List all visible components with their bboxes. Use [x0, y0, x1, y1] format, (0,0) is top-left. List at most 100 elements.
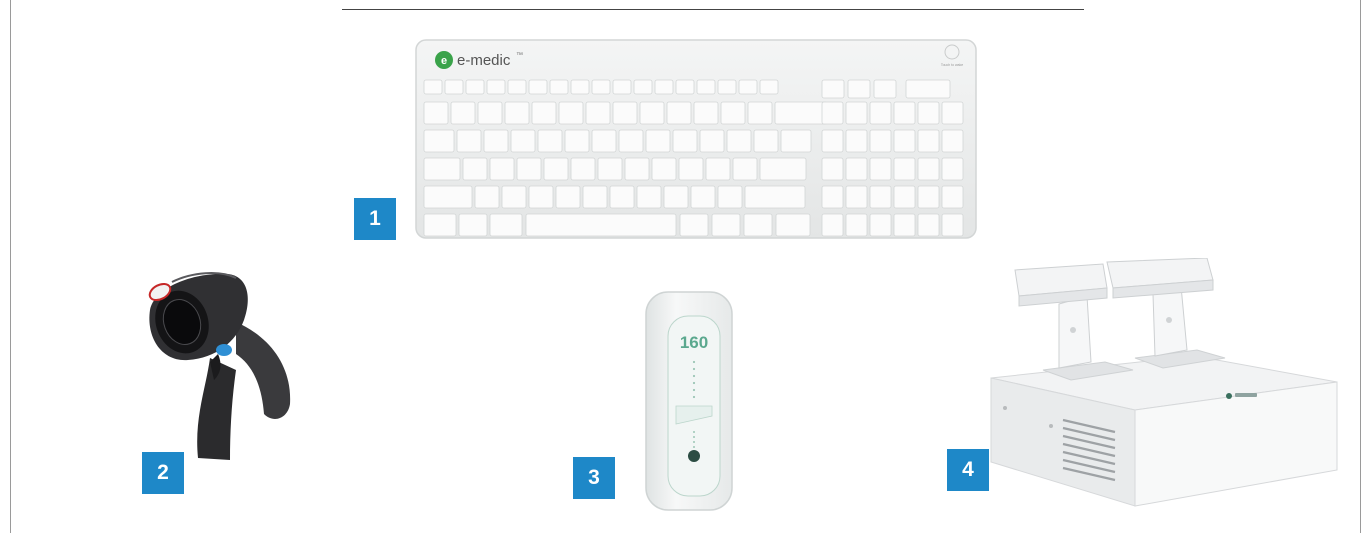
keyboard-key — [558, 101, 584, 125]
keyboard-key — [564, 129, 590, 153]
keyboard-key — [666, 101, 692, 125]
numpad-key — [893, 101, 916, 125]
media-key — [821, 79, 845, 99]
media-key — [847, 79, 871, 99]
keyboard-key — [690, 185, 716, 209]
keyboard-key — [732, 157, 758, 181]
keyboard-key — [711, 213, 741, 237]
function-key — [654, 79, 674, 95]
numpad-key — [917, 101, 940, 125]
svg-text:e: e — [441, 55, 447, 67]
keyboard-key — [450, 101, 476, 125]
numpad-key — [845, 157, 868, 181]
indicator-dot — [693, 441, 695, 443]
function-key — [675, 79, 695, 95]
keyboard-key — [705, 157, 731, 181]
keyboard-key — [753, 129, 779, 153]
keyboard-key — [555, 185, 581, 209]
keyboard-key — [477, 101, 503, 125]
keyboard-key — [597, 157, 623, 181]
touch-wake-caption: Touch to wake — [941, 63, 963, 67]
keyboard-key — [624, 157, 650, 181]
numpad-key — [917, 157, 940, 181]
charging-dock-illustration — [990, 257, 1338, 507]
keyboard-key — [423, 129, 455, 153]
e-medic-logo-icon: e — [435, 51, 453, 69]
dock-screw — [1003, 406, 1007, 410]
keyboard-key — [456, 129, 482, 153]
keyboard-illustration: e e-medic ™ Touch to wake — [415, 39, 977, 239]
keyboard-key — [516, 157, 542, 181]
numpad-key — [845, 185, 868, 209]
numpad-key — [821, 101, 844, 125]
numpad-key — [941, 213, 964, 237]
keyboard-key — [458, 213, 488, 237]
badge-3: 3 — [573, 457, 615, 499]
numpad-key — [941, 101, 964, 125]
dock-screw — [1049, 424, 1053, 428]
space-bar — [525, 213, 677, 237]
keyboard-key — [775, 213, 811, 237]
numpad-key — [869, 129, 892, 153]
keyboard-key — [744, 185, 806, 209]
keyboard-key — [591, 129, 617, 153]
keyboard-key — [585, 101, 611, 125]
keyboard-key — [743, 213, 773, 237]
keyboard-key — [679, 213, 709, 237]
device-display-value: 160 — [680, 333, 708, 352]
function-key — [612, 79, 632, 95]
numpad-key — [821, 185, 844, 209]
indicator-dot — [692, 395, 696, 399]
dock-holder-1 — [1014, 263, 1108, 369]
function-key — [717, 79, 737, 95]
charging-dock-image — [985, 257, 1343, 508]
indicator-dot — [692, 360, 696, 364]
numpad-key — [845, 129, 868, 153]
badge-1: 1 — [354, 198, 396, 240]
numpad-key — [917, 129, 940, 153]
keyboard-key — [636, 185, 662, 209]
frame-left-border — [10, 0, 11, 533]
media-key — [873, 79, 897, 99]
function-key — [423, 79, 443, 95]
barcode-scanner-image — [132, 258, 312, 468]
keyboard-key — [639, 101, 665, 125]
numpad-key — [869, 185, 892, 209]
keyboard-key — [423, 185, 473, 209]
keyboard-key — [423, 101, 449, 125]
numpad-key — [845, 101, 868, 125]
handheld-device-illustration: 160 — [645, 291, 733, 511]
dock-logo-icon — [1226, 393, 1232, 399]
keyboard-brand-mark: ™ — [516, 52, 523, 59]
keyboard-key — [609, 185, 635, 209]
numpad-key — [941, 157, 964, 181]
function-key — [528, 79, 548, 95]
keyboard-key — [582, 185, 608, 209]
indicator-dot — [692, 388, 696, 392]
touch-pad-key — [905, 79, 951, 99]
device-logo-icon — [688, 450, 700, 462]
numpad-key — [893, 185, 916, 209]
keyboard-key — [759, 157, 807, 181]
keyboard-key — [531, 101, 557, 125]
keyboard-key — [543, 157, 569, 181]
barcode-scanner-illustration — [148, 272, 291, 460]
keyboard-key — [672, 129, 698, 153]
keyboard-key — [678, 157, 704, 181]
scanner-blue-indicator — [216, 344, 232, 356]
function-key — [738, 79, 758, 95]
keyboard-key — [618, 129, 644, 153]
keyboard-key — [528, 185, 554, 209]
keyboard-key — [780, 129, 812, 153]
frame-top-rule — [342, 9, 1084, 10]
keyboard-key — [423, 157, 461, 181]
keyboard-key — [510, 129, 536, 153]
keyboard-key — [651, 157, 677, 181]
numpad-key — [869, 157, 892, 181]
indicator-dot — [693, 436, 695, 438]
numpad-key — [893, 129, 916, 153]
keyboard-key — [726, 129, 752, 153]
keyboard-key — [423, 213, 457, 237]
numpad-key — [941, 129, 964, 153]
keyboard-key — [699, 129, 725, 153]
